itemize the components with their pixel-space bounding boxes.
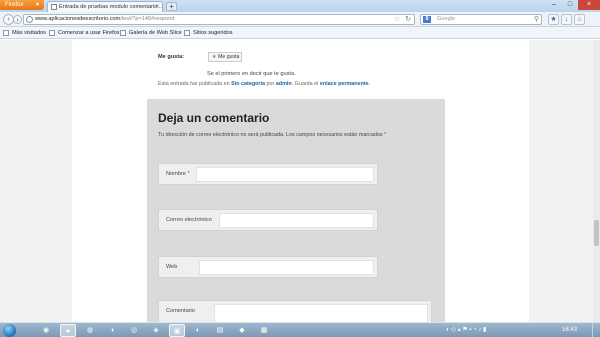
start-button[interactable] <box>1 323 19 337</box>
search-icon[interactable]: ⚲ <box>534 15 539 24</box>
url-bar[interactable]: www.aplicacionesdeescritorio.com/test/?p… <box>23 14 415 25</box>
app-taskbar-icon[interactable]: ◑ <box>104 324 120 337</box>
page-favicon-icon <box>51 4 57 10</box>
bookmark-star-icon[interactable]: ☆ <box>394 15 400 24</box>
bookmark-label: Sitios sugeridos <box>193 30 233 36</box>
comment-form: Deja un comentario Tu dirección de corre… <box>147 99 445 330</box>
url-domain: www.aplicacionesdeescritorio.com <box>35 16 121 22</box>
site-identity-icon[interactable] <box>26 16 33 23</box>
firefox-menu-button[interactable]: Firefox ▼ <box>0 0 44 10</box>
bookmark-icon <box>120 30 126 36</box>
bookmark-item[interactable]: Galería de Web Slice <box>120 27 182 39</box>
website-input[interactable] <box>199 260 374 275</box>
chrome-taskbar-icon[interactable]: ◉ <box>38 324 54 337</box>
bookmark-label: Galería de Web Slice <box>129 30 182 36</box>
maximize-button[interactable]: □ <box>562 0 578 10</box>
app-taskbar-icon[interactable]: ▣ <box>169 324 185 337</box>
close-tab-icon[interactable]: × <box>155 2 159 12</box>
bookmark-label: Más visitados <box>12 30 46 36</box>
comment-form-note: Tu dirección de correo electrónico no se… <box>158 132 386 138</box>
bookmark-icon <box>49 30 55 36</box>
meta-by: por <box>265 81 276 87</box>
comment-field-label: Comentario <box>166 308 195 314</box>
browser-tab[interactable]: Entrada de pruebas modulo comentario... … <box>47 1 163 12</box>
new-tab-button[interactable]: + <box>166 2 177 11</box>
meta-save: . Guarda el <box>291 81 320 87</box>
app-taskbar-icon[interactable]: ◎ <box>126 324 142 337</box>
like-star-icon: ★ <box>212 54 217 60</box>
bookmarks-toolbar: Más visitados Comenzar a usar Firefox Ga… <box>0 27 600 39</box>
app-taskbar-icon[interactable]: ◈ <box>148 324 164 337</box>
bookmark-icon <box>3 30 9 36</box>
app-taskbar-icon[interactable]: ▤ <box>212 324 228 337</box>
entry-meta: Esta entrada fue publicada en Sin catego… <box>158 81 370 87</box>
comment-form-note-text: Tu dirección de correo electrónico no se… <box>158 132 383 138</box>
meta-prefix: Esta entrada fue publicada en <box>158 81 232 87</box>
bookmarks-menu-icon[interactable]: ★ <box>548 14 559 25</box>
comment-form-title: Deja un comentario <box>158 111 270 125</box>
close-window-button[interactable]: × <box>578 0 600 10</box>
app-taskbar-icon[interactable]: ◆ <box>234 324 250 337</box>
explorer-taskbar-icon[interactable]: ◍ <box>82 324 98 337</box>
required-mark: * <box>384 132 387 138</box>
required-mark: * <box>187 171 190 177</box>
email-input[interactable] <box>219 213 374 228</box>
bookmark-label: Comenzar a usar Firefox <box>58 30 120 36</box>
bookmark-item[interactable]: Comenzar a usar Firefox <box>49 27 120 39</box>
tab-title: Entrada de pruebas modulo comentario... <box>59 4 162 10</box>
search-placeholder: Google <box>437 16 456 22</box>
website-field-label: Web <box>166 264 178 270</box>
title-bar: Firefox ▼ Entrada de pruebas modulo come… <box>0 0 600 12</box>
category-link[interactable]: Sin categoría <box>231 81 265 87</box>
system-tray[interactable]: ◐ ◇ ▴ ⚑ ▪ ◔ ♪ ▮ <box>446 324 486 337</box>
email-field-label: Correo electrónico <box>166 217 212 223</box>
chevron-down-icon: ▼ <box>35 2 40 8</box>
firefox-menu-label: Firefox <box>5 2 24 8</box>
meta-end: . <box>368 81 371 87</box>
vertical-scrollbar[interactable] <box>593 40 600 322</box>
minimize-button[interactable]: – <box>546 0 562 10</box>
show-desktop-button[interactable] <box>592 323 600 337</box>
search-input[interactable]: 8 Google ⚲ <box>420 14 542 25</box>
taskbar-clock[interactable]: 16:43 <box>562 323 577 337</box>
forward-button[interactable]: › <box>13 15 22 24</box>
taskbar: ◉ ● ◍ ◑ ◎ ◈ ▣ ◐ ▤ ◆ ▦ ◐ ◇ ▴ ⚑ ▪ ◔ ♪ ▮ 16… <box>0 322 600 337</box>
bookmark-icon <box>184 30 190 36</box>
scrollbar-thumb[interactable] <box>594 220 599 246</box>
like-button[interactable]: ★ Me gusta <box>208 52 242 62</box>
name-field-label: Nombre * <box>166 171 190 177</box>
home-icon[interactable]: ⌂ <box>574 14 585 25</box>
navigation-bar: ‹ › www.aplicacionesdeescritorio.com/tes… <box>0 12 600 27</box>
bookmark-item[interactable]: Sitios sugeridos <box>184 27 233 39</box>
bookmark-item[interactable]: Más visitados <box>3 27 46 39</box>
author-link[interactable]: admin <box>276 81 292 87</box>
firefox-taskbar-icon[interactable]: ● <box>60 324 76 337</box>
name-label-text: Nombre <box>166 171 186 177</box>
downloads-icon[interactable]: ↓ <box>561 14 572 25</box>
website-field: Web <box>158 256 378 278</box>
windows-logo-icon <box>3 324 16 337</box>
name-input[interactable] <box>196 167 374 182</box>
app-taskbar-icon[interactable]: ▦ <box>256 324 272 337</box>
like-label: Me gusta: <box>158 54 185 60</box>
app-taskbar-icon[interactable]: ◐ <box>190 324 206 337</box>
search-engine-icon[interactable]: 8 <box>423 16 431 23</box>
like-button-label: Me gusta <box>218 54 240 60</box>
permalink-link[interactable]: enlace permanente <box>320 81 369 87</box>
like-first-text: Se el primero en decir que te gusta. <box>207 71 296 77</box>
refresh-icon[interactable]: ↻ <box>405 15 411 24</box>
name-field: Nombre * <box>158 163 378 185</box>
email-field: Correo electrónico <box>158 209 378 231</box>
url-path: /test/?p=140#respond <box>120 16 175 22</box>
